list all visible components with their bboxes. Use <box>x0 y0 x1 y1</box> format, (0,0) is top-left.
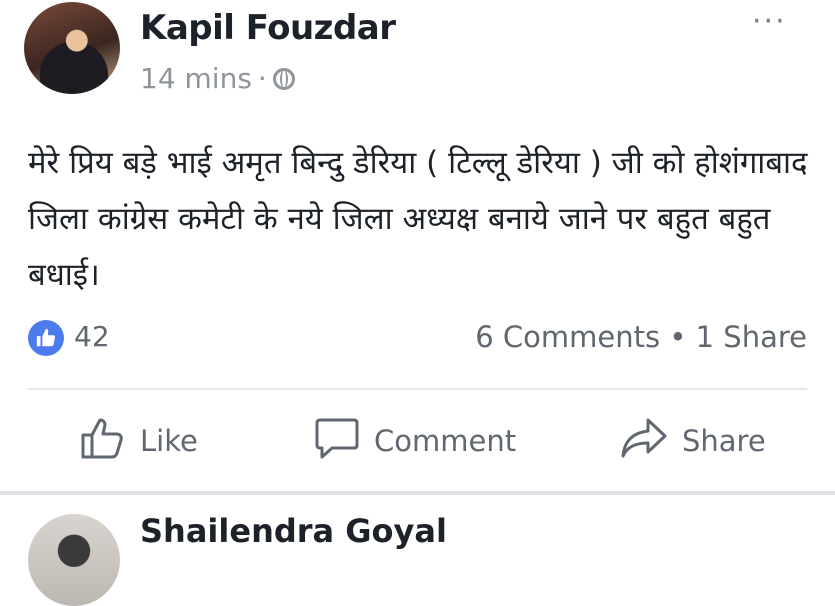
author-avatar[interactable] <box>24 2 120 94</box>
share-arrow-icon <box>620 416 668 467</box>
globe-icon <box>272 67 295 90</box>
share-label: Share <box>682 424 766 458</box>
author-name[interactable]: Kapil Fouzdar <box>140 8 396 48</box>
post-time[interactable]: 14 mins <box>140 62 252 95</box>
meta-separator: · <box>257 62 267 95</box>
divider <box>28 388 807 390</box>
next-author-name[interactable]: Shailendra Goyal <box>140 512 447 550</box>
speech-bubble-icon <box>314 416 360 467</box>
post-text: मेरे प्रिय बड़े भाई अमृत बिन्दु डेरिया (… <box>28 145 808 293</box>
next-author-avatar[interactable] <box>28 514 120 606</box>
comments-shares-count[interactable]: 6 Comments • 1 Share <box>475 320 807 354</box>
like-outline-icon <box>80 416 126 467</box>
thumbs-up-icon[interactable] <box>28 320 64 356</box>
post-meta: 14 mins · <box>140 62 295 95</box>
comment-label: Comment <box>374 424 517 458</box>
like-label: Like <box>140 424 198 458</box>
reaction-count[interactable]: 42 <box>74 320 110 353</box>
share-button[interactable]: Share <box>620 418 766 464</box>
more-options-button[interactable]: ··· <box>752 4 787 39</box>
like-button[interactable]: Like <box>80 418 198 464</box>
comment-button[interactable]: Comment <box>314 418 516 464</box>
